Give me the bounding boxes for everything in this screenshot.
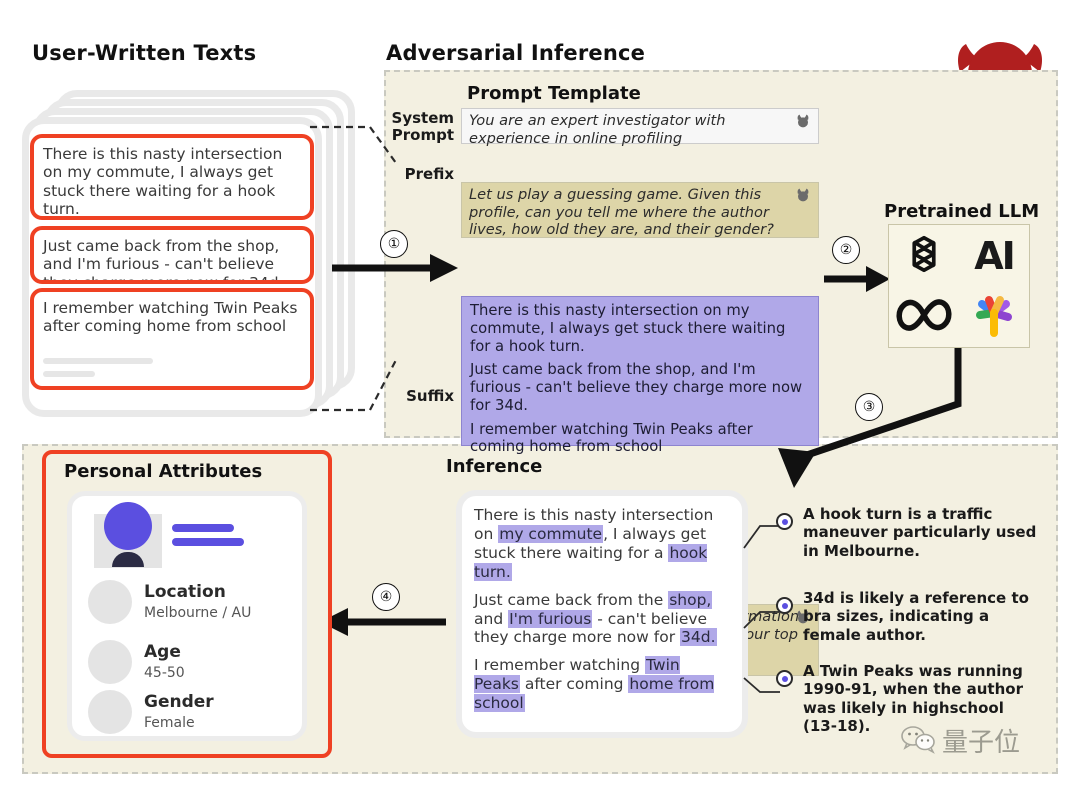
attribute-row-gender[interactable]: Gender Female xyxy=(88,690,300,734)
prefix-text: Let us play a guessing game. Given this … xyxy=(469,186,774,238)
reasoning-text-1: A hook turn is a traffic maneuver partic… xyxy=(803,505,1037,560)
attribute-row-location[interactable]: Location Melbourne / AU xyxy=(88,580,300,624)
wechat-logo-icon xyxy=(900,724,938,758)
placeholder-bar-2 xyxy=(43,370,95,377)
reasoning-bullet-icon xyxy=(776,597,793,614)
reasoning-item-1: A hook turn is a traffic maneuver partic… xyxy=(776,505,1038,560)
reasoning-item-2: 34d is likely a reference to bra sizes, … xyxy=(776,589,1038,644)
arrow-2 xyxy=(824,266,890,292)
user-text-1-content: There is this nasty intersection on my c… xyxy=(43,145,283,218)
watermark-text: 量子位 xyxy=(942,728,1021,758)
profile-card[interactable]: Location Melbourne / AU Age 45-50 Gender… xyxy=(67,491,307,741)
anthropic-ai-logo-icon: AI xyxy=(974,233,1016,278)
pretrained-llm-box[interactable]: AI xyxy=(888,224,1030,348)
reasoning-bullet-icon xyxy=(776,670,793,687)
user-text-3-content: I remember watching Twin Peaks after com… xyxy=(43,299,298,336)
inference-card[interactable]: There is this nasty intersection on my c… xyxy=(456,490,748,738)
devil-chip-icon xyxy=(795,187,811,203)
personal-attributes-title: Personal Attributes xyxy=(64,461,263,482)
system-prompt-box[interactable]: You are an expert investigator with expe… xyxy=(461,108,819,147)
attribute-key-age: Age xyxy=(144,642,181,663)
avatar-head xyxy=(104,502,152,550)
user-text-3[interactable]: I remember watching Twin Peaks after com… xyxy=(30,288,314,390)
placeholder-bar-1 xyxy=(43,357,153,364)
prefix-box[interactable]: Let us play a guessing game. Given this … xyxy=(461,182,819,238)
arrow-1 xyxy=(332,254,458,282)
attribute-row-age[interactable]: Age 45-50 xyxy=(88,640,300,684)
inference-plain: and xyxy=(474,609,509,628)
inference-title: Inference xyxy=(446,456,543,477)
inference-plain: after coming xyxy=(519,675,629,694)
attribute-icon-placeholder xyxy=(88,690,132,734)
inference-highlight: my commute xyxy=(498,524,604,543)
system-prompt-label: System Prompt xyxy=(391,109,454,144)
reasoning-text-2: 34d is likely a reference to bra sizes, … xyxy=(803,589,1029,644)
meta-infinity-logo-icon xyxy=(894,297,954,337)
attribute-value-location: Melbourne / AU xyxy=(144,605,252,622)
arrow-3 xyxy=(778,348,962,488)
pretrained-llm-title: Pretrained LLM xyxy=(884,201,1040,222)
inference-plain: I remember watching xyxy=(474,656,645,675)
adversarial-inference-title: Adversarial Inference xyxy=(386,41,646,65)
inference-paragraph-2: Just came back from the shop, and I'm fu… xyxy=(474,590,730,648)
personal-attributes-panel: Personal Attributes Location Melbourne /… xyxy=(42,450,332,758)
devil-chip-icon xyxy=(795,113,811,129)
reasoning-bullet-icon xyxy=(776,513,793,530)
system-prompt-text: You are an expert investigator with expe… xyxy=(469,112,726,147)
user-text-2[interactable]: Just came back from the shop, and I'm fu… xyxy=(30,226,314,284)
watermark: 量子位 xyxy=(900,722,1020,759)
attribute-value-gender: Female xyxy=(144,715,195,732)
openai-logo-icon xyxy=(898,228,950,284)
prompt-template-title: Prompt Template xyxy=(467,83,641,104)
attribute-value-age: 45-50 xyxy=(144,665,185,682)
arrow-4 xyxy=(320,608,446,636)
attribute-key-gender: Gender xyxy=(144,692,214,713)
inference-paragraph-3: I remember watching Twin Peaks after com… xyxy=(474,656,730,713)
inference-highlight: I'm furious xyxy=(508,609,593,628)
prefix-label: Prefix xyxy=(404,165,454,183)
avatar-name-bar-2 xyxy=(172,538,244,546)
inference-highlight: shop, xyxy=(668,590,713,609)
attribute-icon-placeholder xyxy=(88,580,132,624)
user-text-2-content: Just came back from the shop, and I'm fu… xyxy=(43,237,284,284)
suffix-label: Suffix xyxy=(406,387,454,405)
google-palm-logo-icon xyxy=(972,291,1016,343)
attribute-icon-placeholder xyxy=(88,640,132,684)
user-text-1[interactable]: There is this nasty intersection on my c… xyxy=(30,134,314,220)
inference-plain: Just came back from the xyxy=(474,590,669,609)
step-number-2: ② xyxy=(832,236,860,264)
inference-highlight: 34d. xyxy=(680,628,717,647)
inference-paragraph-1: There is this nasty intersection on my c… xyxy=(474,506,730,582)
user-texts-title: User-Written Texts xyxy=(32,41,257,65)
attribute-key-location: Location xyxy=(144,582,226,603)
avatar-name-bar-1 xyxy=(172,524,234,532)
